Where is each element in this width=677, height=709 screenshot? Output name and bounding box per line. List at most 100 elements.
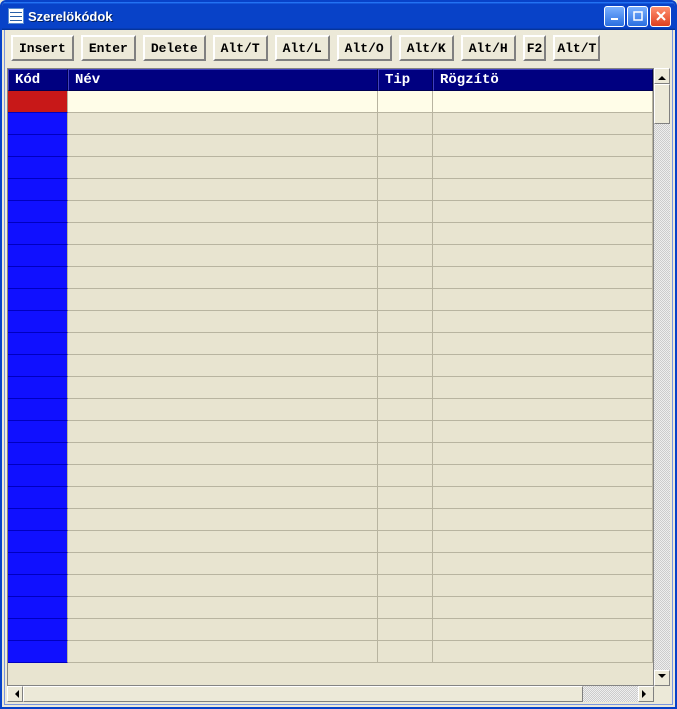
cell-rogzito[interactable]	[433, 553, 653, 575]
app-icon[interactable]	[8, 8, 24, 24]
cell-rogzito[interactable]	[433, 487, 653, 509]
cell-kod[interactable]	[8, 377, 68, 399]
table-row[interactable]	[8, 443, 653, 465]
cell-nev[interactable]	[68, 553, 378, 575]
cell-kod[interactable]	[8, 597, 68, 619]
table-row[interactable]	[8, 531, 653, 553]
cell-rogzito[interactable]	[433, 113, 653, 135]
vscroll-track[interactable]	[654, 84, 670, 670]
cell-tip[interactable]	[378, 245, 433, 267]
cell-rogzito[interactable]	[433, 443, 653, 465]
cell-nev[interactable]	[68, 421, 378, 443]
cell-nev[interactable]	[68, 223, 378, 245]
cell-tip[interactable]	[378, 641, 433, 663]
cell-nev[interactable]	[68, 179, 378, 201]
cell-rogzito[interactable]	[433, 333, 653, 355]
cell-kod[interactable]	[8, 113, 68, 135]
table-row[interactable]	[8, 487, 653, 509]
cell-rogzito[interactable]	[433, 509, 653, 531]
cell-nev[interactable]	[68, 619, 378, 641]
alt-h-button[interactable]: Alt/H	[461, 35, 516, 61]
cell-tip[interactable]	[378, 619, 433, 641]
cell-nev[interactable]	[68, 267, 378, 289]
cell-nev[interactable]	[68, 465, 378, 487]
alt-k-button[interactable]: Alt/K	[399, 35, 454, 61]
f2-button[interactable]: F2	[523, 35, 547, 61]
cell-kod[interactable]	[8, 135, 68, 157]
table-row[interactable]	[8, 289, 653, 311]
cell-tip[interactable]	[378, 509, 433, 531]
scroll-right-button[interactable]	[638, 686, 654, 702]
cell-kod[interactable]	[8, 223, 68, 245]
cell-rogzito[interactable]	[433, 355, 653, 377]
insert-button[interactable]: Insert	[11, 35, 74, 61]
cell-tip[interactable]	[378, 179, 433, 201]
table-row[interactable]	[8, 509, 653, 531]
cell-kod[interactable]	[8, 289, 68, 311]
cell-kod[interactable]	[8, 619, 68, 641]
cell-kod[interactable]	[8, 157, 68, 179]
cell-kod[interactable]	[8, 333, 68, 355]
table-row[interactable]	[8, 245, 653, 267]
vertical-scrollbar[interactable]	[654, 68, 670, 686]
table-row[interactable]	[8, 267, 653, 289]
col-header-nev[interactable]: Név	[68, 69, 378, 91]
cell-kod[interactable]	[8, 443, 68, 465]
cell-nev[interactable]	[68, 91, 378, 113]
cell-rogzito[interactable]	[433, 465, 653, 487]
cell-nev[interactable]	[68, 531, 378, 553]
cell-rogzito[interactable]	[433, 421, 653, 443]
cell-kod[interactable]	[8, 91, 68, 113]
cell-nev[interactable]	[68, 399, 378, 421]
cell-nev[interactable]	[68, 575, 378, 597]
cell-kod[interactable]	[8, 575, 68, 597]
cell-nev[interactable]	[68, 201, 378, 223]
table-row[interactable]	[8, 91, 653, 113]
table-row[interactable]	[8, 421, 653, 443]
cell-nev[interactable]	[68, 157, 378, 179]
enter-button[interactable]: Enter	[81, 35, 136, 61]
cell-nev[interactable]	[68, 377, 378, 399]
cell-nev[interactable]	[68, 355, 378, 377]
table-row[interactable]	[8, 465, 653, 487]
cell-nev[interactable]	[68, 135, 378, 157]
cell-tip[interactable]	[378, 443, 433, 465]
cell-rogzito[interactable]	[433, 245, 653, 267]
cell-rogzito[interactable]	[433, 311, 653, 333]
cell-nev[interactable]	[68, 245, 378, 267]
table-row[interactable]	[8, 575, 653, 597]
maximize-button[interactable]	[627, 6, 648, 27]
alt-l-button[interactable]: Alt/L	[275, 35, 330, 61]
cell-tip[interactable]	[378, 531, 433, 553]
table-row[interactable]	[8, 311, 653, 333]
cell-nev[interactable]	[68, 487, 378, 509]
cell-tip[interactable]	[378, 157, 433, 179]
cell-nev[interactable]	[68, 289, 378, 311]
cell-tip[interactable]	[378, 289, 433, 311]
cell-nev[interactable]	[68, 597, 378, 619]
scroll-down-button[interactable]	[654, 670, 670, 686]
table-row[interactable]	[8, 201, 653, 223]
alt-o-button[interactable]: Alt/O	[337, 35, 392, 61]
cell-rogzito[interactable]	[433, 179, 653, 201]
col-header-rogzito[interactable]: Rögzítö	[433, 69, 653, 91]
cell-tip[interactable]	[378, 487, 433, 509]
cell-rogzito[interactable]	[433, 267, 653, 289]
data-grid[interactable]: Kód Név Tip Rögzítö	[7, 68, 654, 686]
table-row[interactable]	[8, 377, 653, 399]
cell-kod[interactable]	[8, 355, 68, 377]
cell-kod[interactable]	[8, 399, 68, 421]
cell-kod[interactable]	[8, 179, 68, 201]
alt-t2-button[interactable]: Alt/T	[553, 35, 600, 61]
vscroll-thumb[interactable]	[654, 84, 670, 124]
cell-rogzito[interactable]	[433, 289, 653, 311]
cell-rogzito[interactable]	[433, 135, 653, 157]
cell-rogzito[interactable]	[433, 377, 653, 399]
cell-tip[interactable]	[378, 311, 433, 333]
hscroll-track[interactable]	[23, 686, 638, 702]
cell-kod[interactable]	[8, 465, 68, 487]
cell-rogzito[interactable]	[433, 201, 653, 223]
table-row[interactable]	[8, 553, 653, 575]
hscroll-thumb[interactable]	[23, 686, 583, 702]
cell-tip[interactable]	[378, 465, 433, 487]
